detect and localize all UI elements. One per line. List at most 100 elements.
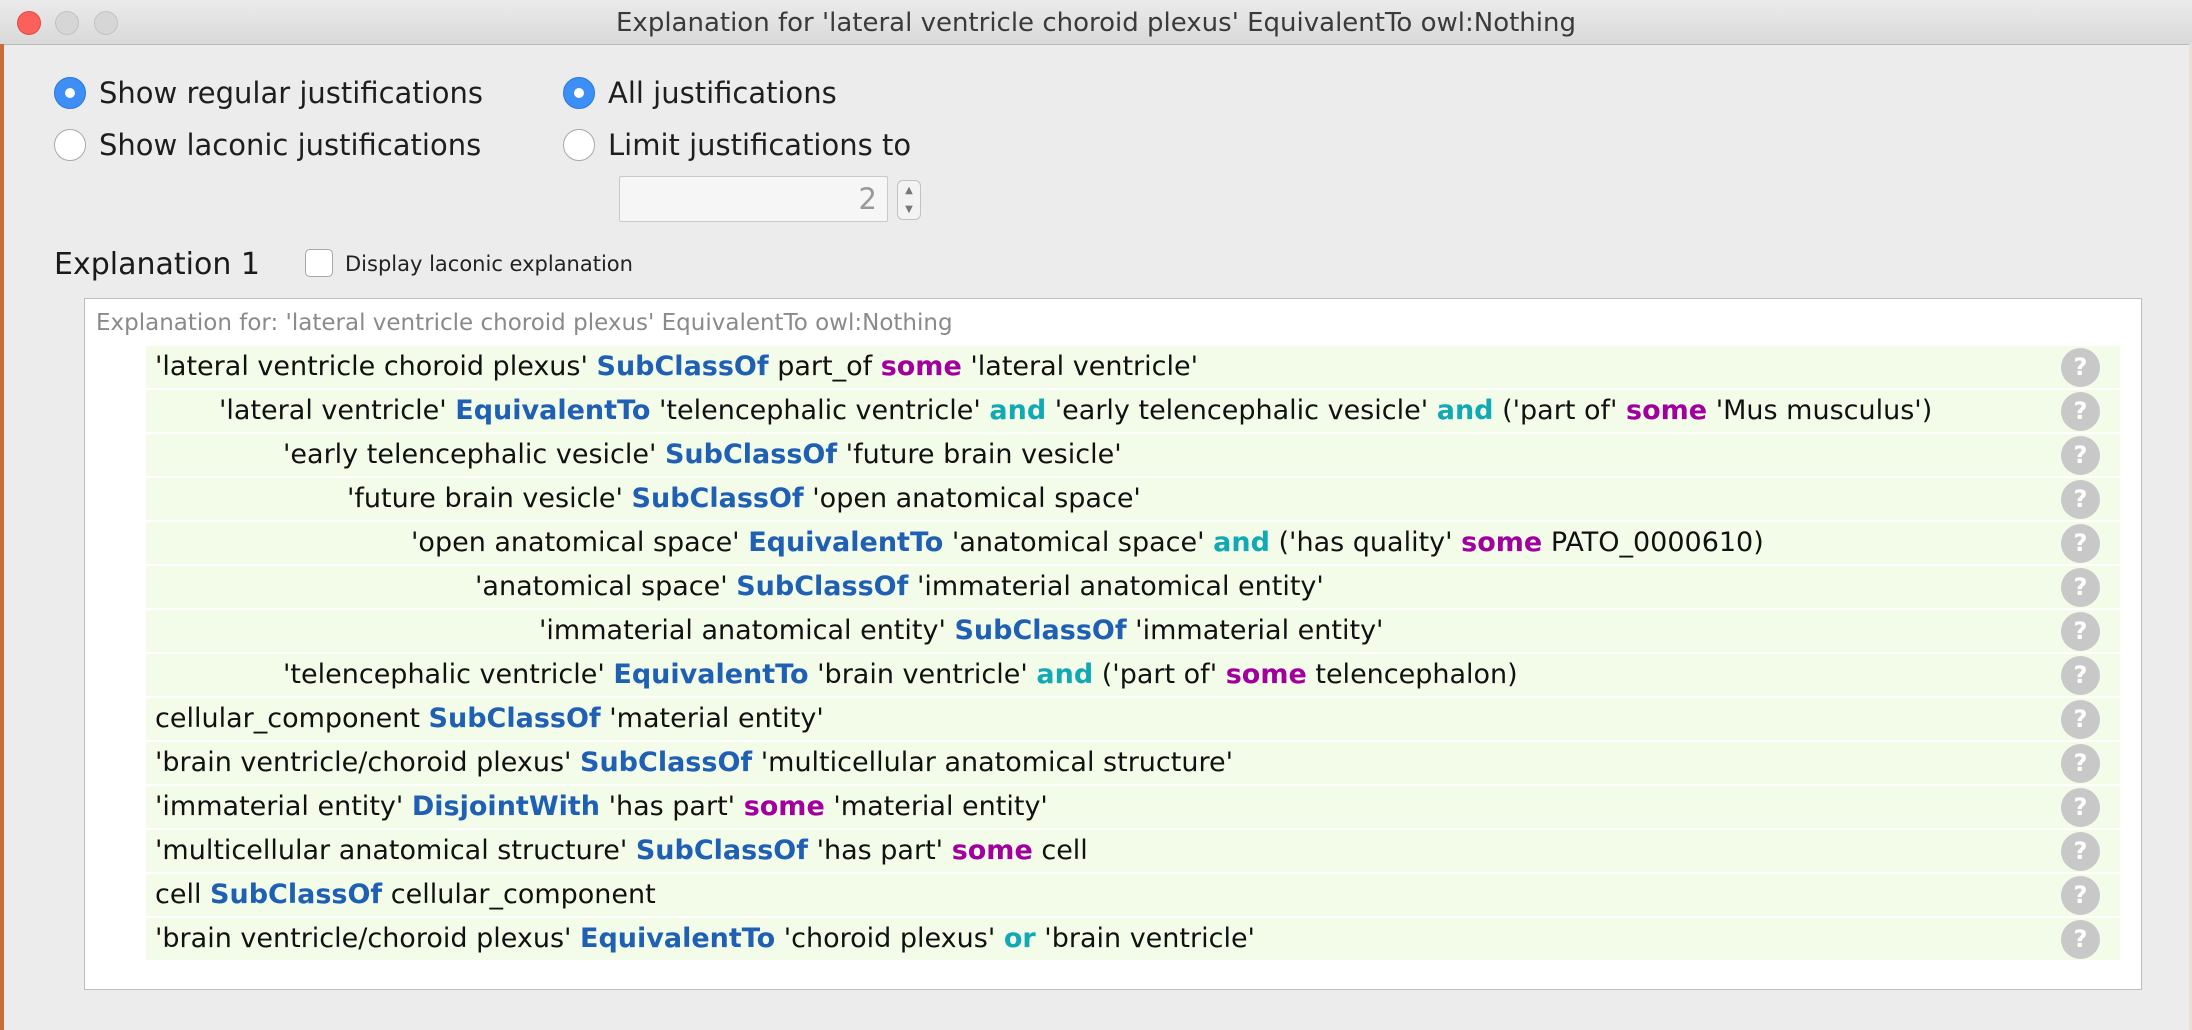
keyword: DisjointWith [411, 791, 600, 822]
radio-button-selected[interactable] [563, 77, 595, 109]
show-regular-option[interactable]: Show regular justifications [54, 76, 483, 110]
keyword: some [1626, 395, 1708, 426]
axiom-text: 'anatomical space' SubClassOf 'immateria… [475, 571, 1324, 602]
axiom-term: cell [155, 879, 211, 910]
axiom-term: 'brain ventricle' [1035, 923, 1255, 954]
keyword: and [1213, 527, 1270, 558]
axiom-text: 'early telencephalic vesicle' SubClassOf… [283, 439, 1122, 470]
display-laconic-checkbox[interactable] [305, 249, 333, 277]
keyword: EquivalentTo [455, 395, 651, 426]
axiom-term: 'lateral ventricle choroid plexus' [155, 351, 597, 382]
all-justifications-option[interactable]: All justifications [563, 76, 837, 110]
chevron-up-icon[interactable]: ▲ [905, 185, 913, 196]
axiom-term: 'immaterial entity' [1126, 615, 1384, 646]
keyword: EquivalentTo [580, 923, 776, 954]
axiom-row: 'multicellular anatomical structure' Sub… [146, 830, 2120, 873]
axiom-term: cellular_component [382, 879, 656, 910]
axiom-term: 'future brain vesicle' [837, 439, 1122, 470]
explanation-header: Explanation for: 'lateral ventricle chor… [96, 310, 953, 336]
help-icon[interactable]: ? [2061, 876, 2100, 915]
keyword: SubClassOf [736, 571, 909, 602]
help-icon[interactable]: ? [2061, 832, 2100, 871]
axiom-term: 'lateral ventricle' [961, 351, 1199, 382]
keyword: or [1003, 923, 1036, 954]
keyword: some [951, 835, 1033, 866]
axiom-term: ('has quality' [1269, 527, 1462, 558]
help-icon[interactable]: ? [2061, 744, 2100, 783]
background-window-edge [0, 44, 4, 1030]
keyword: EquivalentTo [613, 659, 809, 690]
keyword: SubClassOf [596, 351, 769, 382]
axiom-row: 'lateral ventricle choroid plexus' SubCl… [146, 346, 2120, 389]
axiom-term: 'immaterial anatomical entity' [539, 615, 955, 646]
axiom-term: ('part of' [1493, 395, 1627, 426]
axiom-row: 'open anatomical space' EquivalentTo 'an… [146, 522, 2120, 565]
axiom-term: cellular_component [155, 703, 429, 734]
axiom-text: 'immaterial entity' DisjointWith 'has pa… [155, 791, 1048, 822]
limit-count-stepper[interactable]: ▲ ▼ [897, 180, 921, 220]
help-icon[interactable]: ? [2061, 480, 2100, 519]
axiom-text: cellular_component SubClassOf 'material … [155, 703, 824, 734]
help-icon[interactable]: ? [2061, 436, 2100, 475]
axiom-term: 'telencephalic ventricle' [283, 659, 614, 690]
show-regular-label: Show regular justifications [99, 76, 483, 110]
limit-justifications-option[interactable]: Limit justifications to [563, 128, 911, 162]
keyword: SubClassOf [954, 615, 1127, 646]
keyword: SubClassOf [635, 835, 808, 866]
axiom-term: 'material entity' [824, 791, 1048, 822]
help-icon[interactable]: ? [2061, 524, 2100, 563]
axiom-row: 'brain ventricle/choroid plexus' Equival… [146, 918, 2120, 961]
axiom-row: 'anatomical space' SubClassOf 'immateria… [146, 566, 2120, 609]
show-laconic-label: Show laconic justifications [99, 128, 482, 162]
help-icon[interactable]: ? [2061, 612, 2100, 651]
axiom-row: 'immaterial anatomical entity' SubClassO… [146, 610, 2120, 653]
keyword: SubClassOf [664, 439, 838, 470]
axiom-term: telencephalon) [1306, 659, 1518, 690]
chevron-down-icon[interactable]: ▼ [905, 204, 913, 215]
axiom-term: 'immaterial anatomical entity' [908, 571, 1324, 602]
axiom-term: 'has part' [599, 791, 744, 822]
axiom-term: 'future brain vesicle' [347, 483, 632, 514]
explanation-title: Explanation 1 [54, 247, 260, 282]
axiom-text: 'telencephalic ventricle' EquivalentTo '… [283, 659, 1518, 690]
help-icon[interactable]: ? [2061, 700, 2100, 739]
axiom-term: 'anatomical space' [943, 527, 1214, 558]
axiom-term: 'anatomical space' [475, 571, 737, 602]
limit-justifications-label: Limit justifications to [608, 128, 912, 162]
axiom-term: 'brain ventricle/choroid plexus' [155, 747, 581, 778]
help-icon[interactable]: ? [2061, 656, 2100, 695]
axiom-text: 'brain ventricle/choroid plexus' Equival… [155, 923, 1255, 954]
keyword: some [1225, 659, 1307, 690]
help-icon[interactable]: ? [2061, 392, 2100, 431]
show-laconic-option[interactable]: Show laconic justifications [54, 128, 481, 162]
radio-button-selected[interactable] [54, 77, 86, 109]
radio-button[interactable] [54, 129, 86, 161]
radio-button[interactable] [563, 129, 595, 161]
axiom-term: 'multicellular anatomical structure' [752, 747, 1233, 778]
help-icon[interactable]: ? [2061, 788, 2100, 827]
axiom-text: 'future brain vesicle' SubClassOf 'open … [347, 483, 1141, 514]
axiom-text: 'multicellular anatomical structure' Sub… [155, 835, 1088, 866]
help-icon[interactable]: ? [2061, 568, 2100, 607]
help-icon[interactable]: ? [2061, 920, 2100, 959]
axiom-term: 'open anatomical space' [411, 527, 749, 558]
axiom-row: 'brain ventricle/choroid plexus' SubClas… [146, 742, 2120, 785]
axiom-row: cellular_component SubClassOf 'material … [146, 698, 2120, 741]
axiom-term: 'multicellular anatomical structure' [155, 835, 636, 866]
axiom-term: ('part of' [1093, 659, 1226, 690]
display-laconic-label: Display laconic explanation [345, 252, 633, 276]
limit-count-input[interactable]: 2 [619, 176, 888, 222]
axiom-row: 'telencephalic ventricle' EquivalentTo '… [146, 654, 2120, 697]
axiom-row: 'future brain vesicle' SubClassOf 'open … [146, 478, 2120, 521]
help-icon[interactable]: ? [2061, 348, 2100, 387]
axiom-row: 'early telencephalic vesicle' SubClassOf… [146, 434, 2120, 477]
axiom-text: 'immaterial anatomical entity' SubClassO… [539, 615, 1383, 646]
axiom-term: 'material entity' [600, 703, 824, 734]
axiom-text: 'brain ventricle/choroid plexus' SubClas… [155, 747, 1233, 778]
axiom-text: cell SubClassOf cellular_component [155, 879, 656, 910]
keyword: SubClassOf [580, 747, 753, 778]
axiom-term: 'lateral ventricle' [219, 395, 456, 426]
axiom-term: 'brain ventricle/choroid plexus' [155, 923, 581, 954]
axiom-term: 'Mus musculus') [1707, 395, 1933, 426]
axiom-row: cell SubClassOf cellular_component? [146, 874, 2120, 917]
